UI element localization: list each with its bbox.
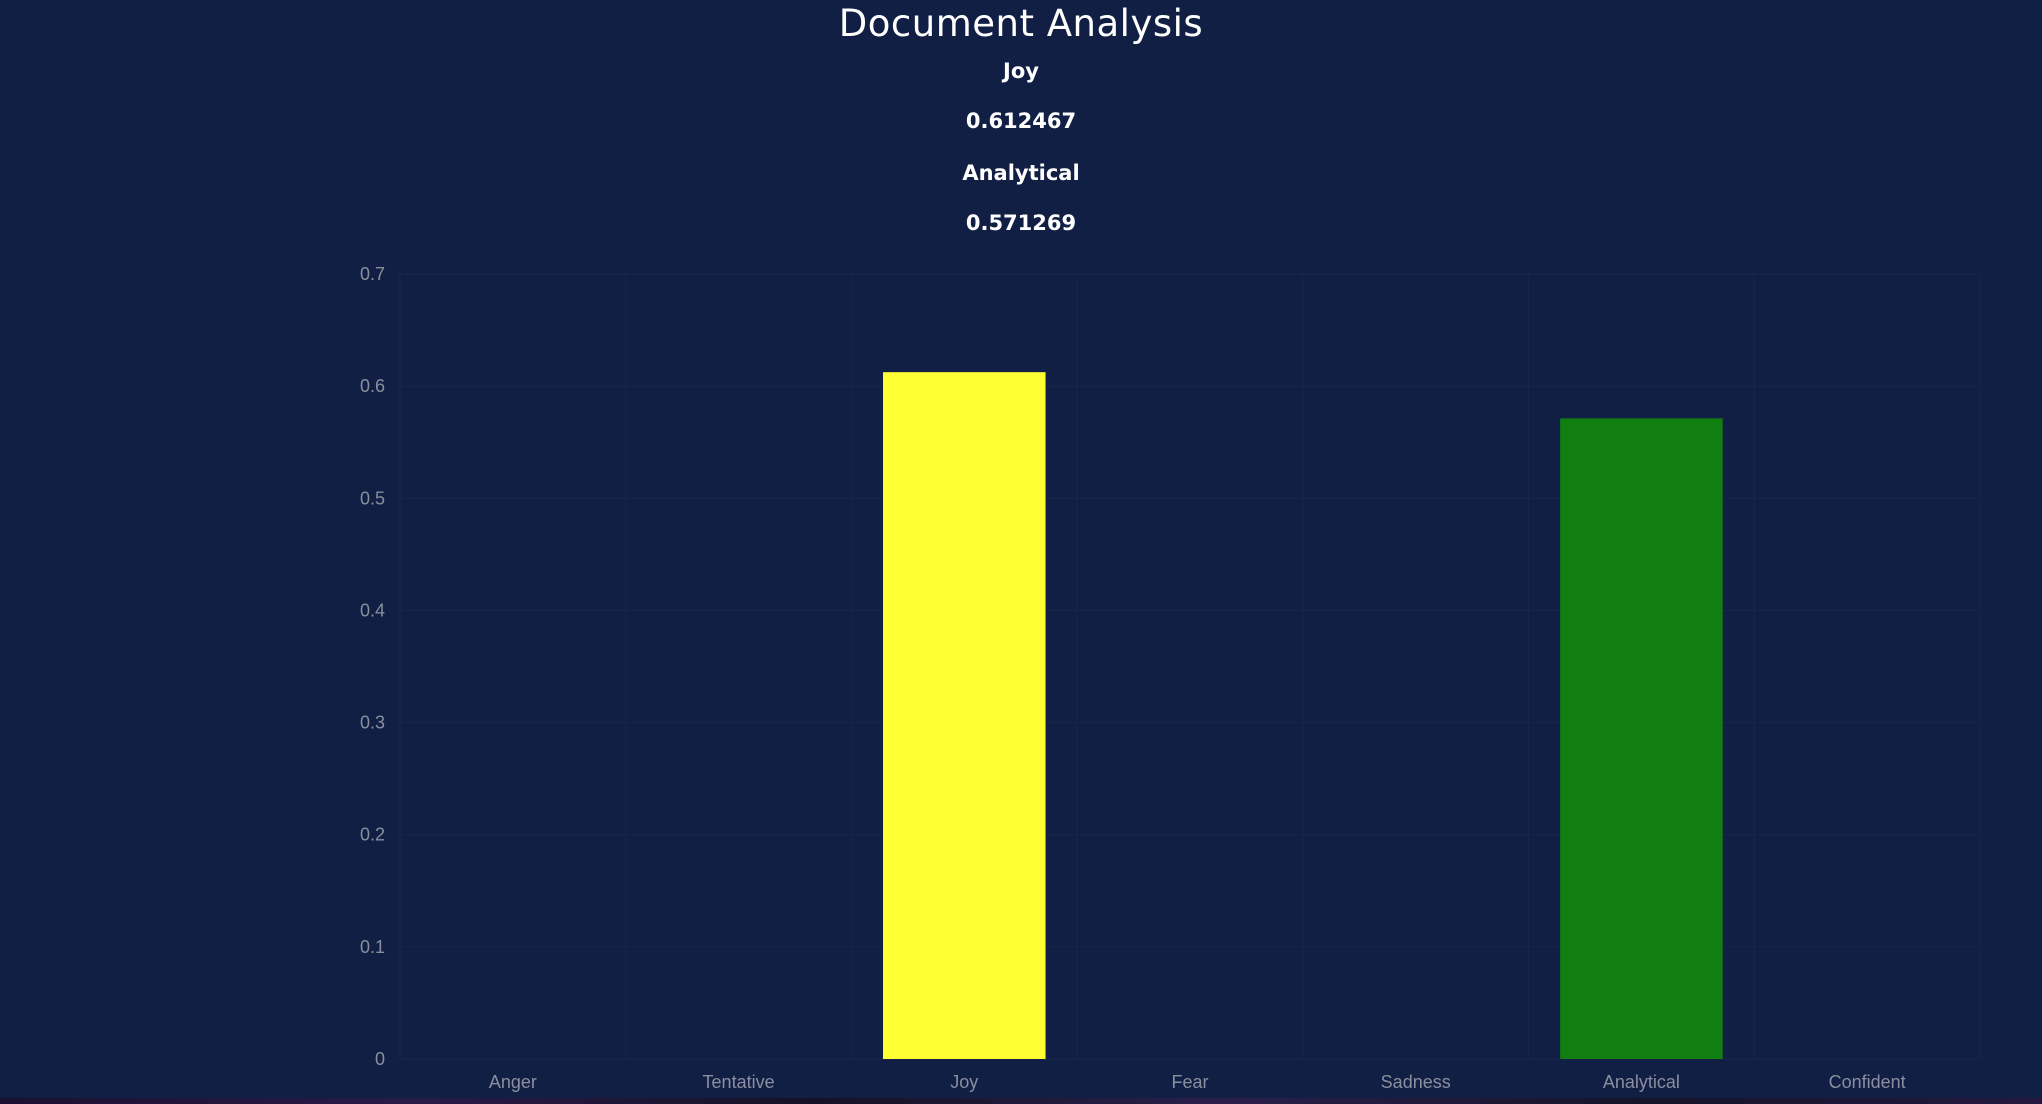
x-tick-label: Confident — [1829, 1072, 1906, 1092]
bar-analytical — [1560, 418, 1723, 1059]
x-tick-label: Anger — [489, 1072, 537, 1092]
y-axis: 0 0.1 0.2 0.3 0.4 0.5 0.6 0.7 — [360, 264, 385, 1069]
x-tick-label: Sadness — [1381, 1072, 1451, 1092]
bottom-edge-strip — [0, 1098, 2042, 1104]
x-tick-label: Joy — [950, 1072, 978, 1092]
y-tick-label: 0.6 — [360, 376, 385, 396]
bar-joy — [883, 372, 1046, 1060]
y-tick-label: 0.4 — [360, 600, 385, 620]
x-tick-label: Tentative — [703, 1072, 775, 1092]
y-tick-label: 0.2 — [360, 825, 385, 845]
y-tick-label: 0.1 — [360, 937, 385, 957]
x-tick-label: Analytical — [1603, 1072, 1680, 1092]
x-axis: Anger Tentative Joy Fear Sadness Analytical Co… — [489, 1072, 1906, 1092]
y-tick-label: 0.7 — [360, 264, 385, 284]
grid-layer — [399, 273, 1981, 1060]
y-tick-label: 0.3 — [360, 713, 385, 733]
x-tick-label: Fear — [1171, 1072, 1208, 1092]
y-tick-label: 0.5 — [360, 488, 385, 508]
y-tick-label: 0 — [375, 1049, 385, 1069]
tone-bar-chart: 0 0.1 0.2 0.3 0.4 0.5 0.6 0.7 Anger Tentative Joy… — [360, 264, 1981, 1092]
